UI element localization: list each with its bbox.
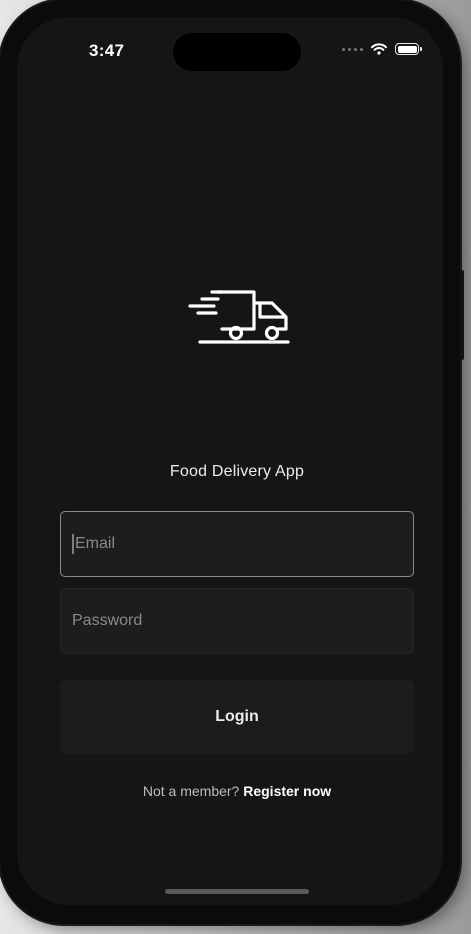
battery-icon	[395, 43, 422, 55]
phone-frame: 3:47 Food Delivery App Email Password Lo…	[0, 0, 464, 924]
dynamic-island	[173, 33, 301, 71]
login-button[interactable]: Login	[60, 680, 414, 754]
register-now-link[interactable]: Register now	[243, 783, 331, 799]
login-button-label: Login	[215, 708, 259, 725]
status-icons	[342, 43, 422, 55]
home-indicator[interactable]	[165, 889, 309, 894]
wifi-icon	[371, 43, 387, 55]
email-field[interactable]: Email	[60, 511, 414, 577]
register-prompt: Not a member? Register now	[17, 783, 443, 799]
signal-dots-icon	[342, 47, 363, 51]
email-placeholder: Email	[75, 535, 116, 552]
text-cursor	[72, 534, 74, 554]
status-time: 3:47	[89, 41, 125, 60]
app-title: Food Delivery App	[169, 463, 305, 480]
app-screen: 3:47 Food Delivery App Email Password Lo…	[17, 17, 443, 905]
register-prompt-text: Not a member?	[142, 783, 240, 799]
delivery-truck-icon	[188, 290, 290, 344]
password-placeholder: Password	[72, 612, 143, 629]
power-button	[460, 270, 464, 360]
password-field[interactable]: Password	[60, 588, 414, 654]
